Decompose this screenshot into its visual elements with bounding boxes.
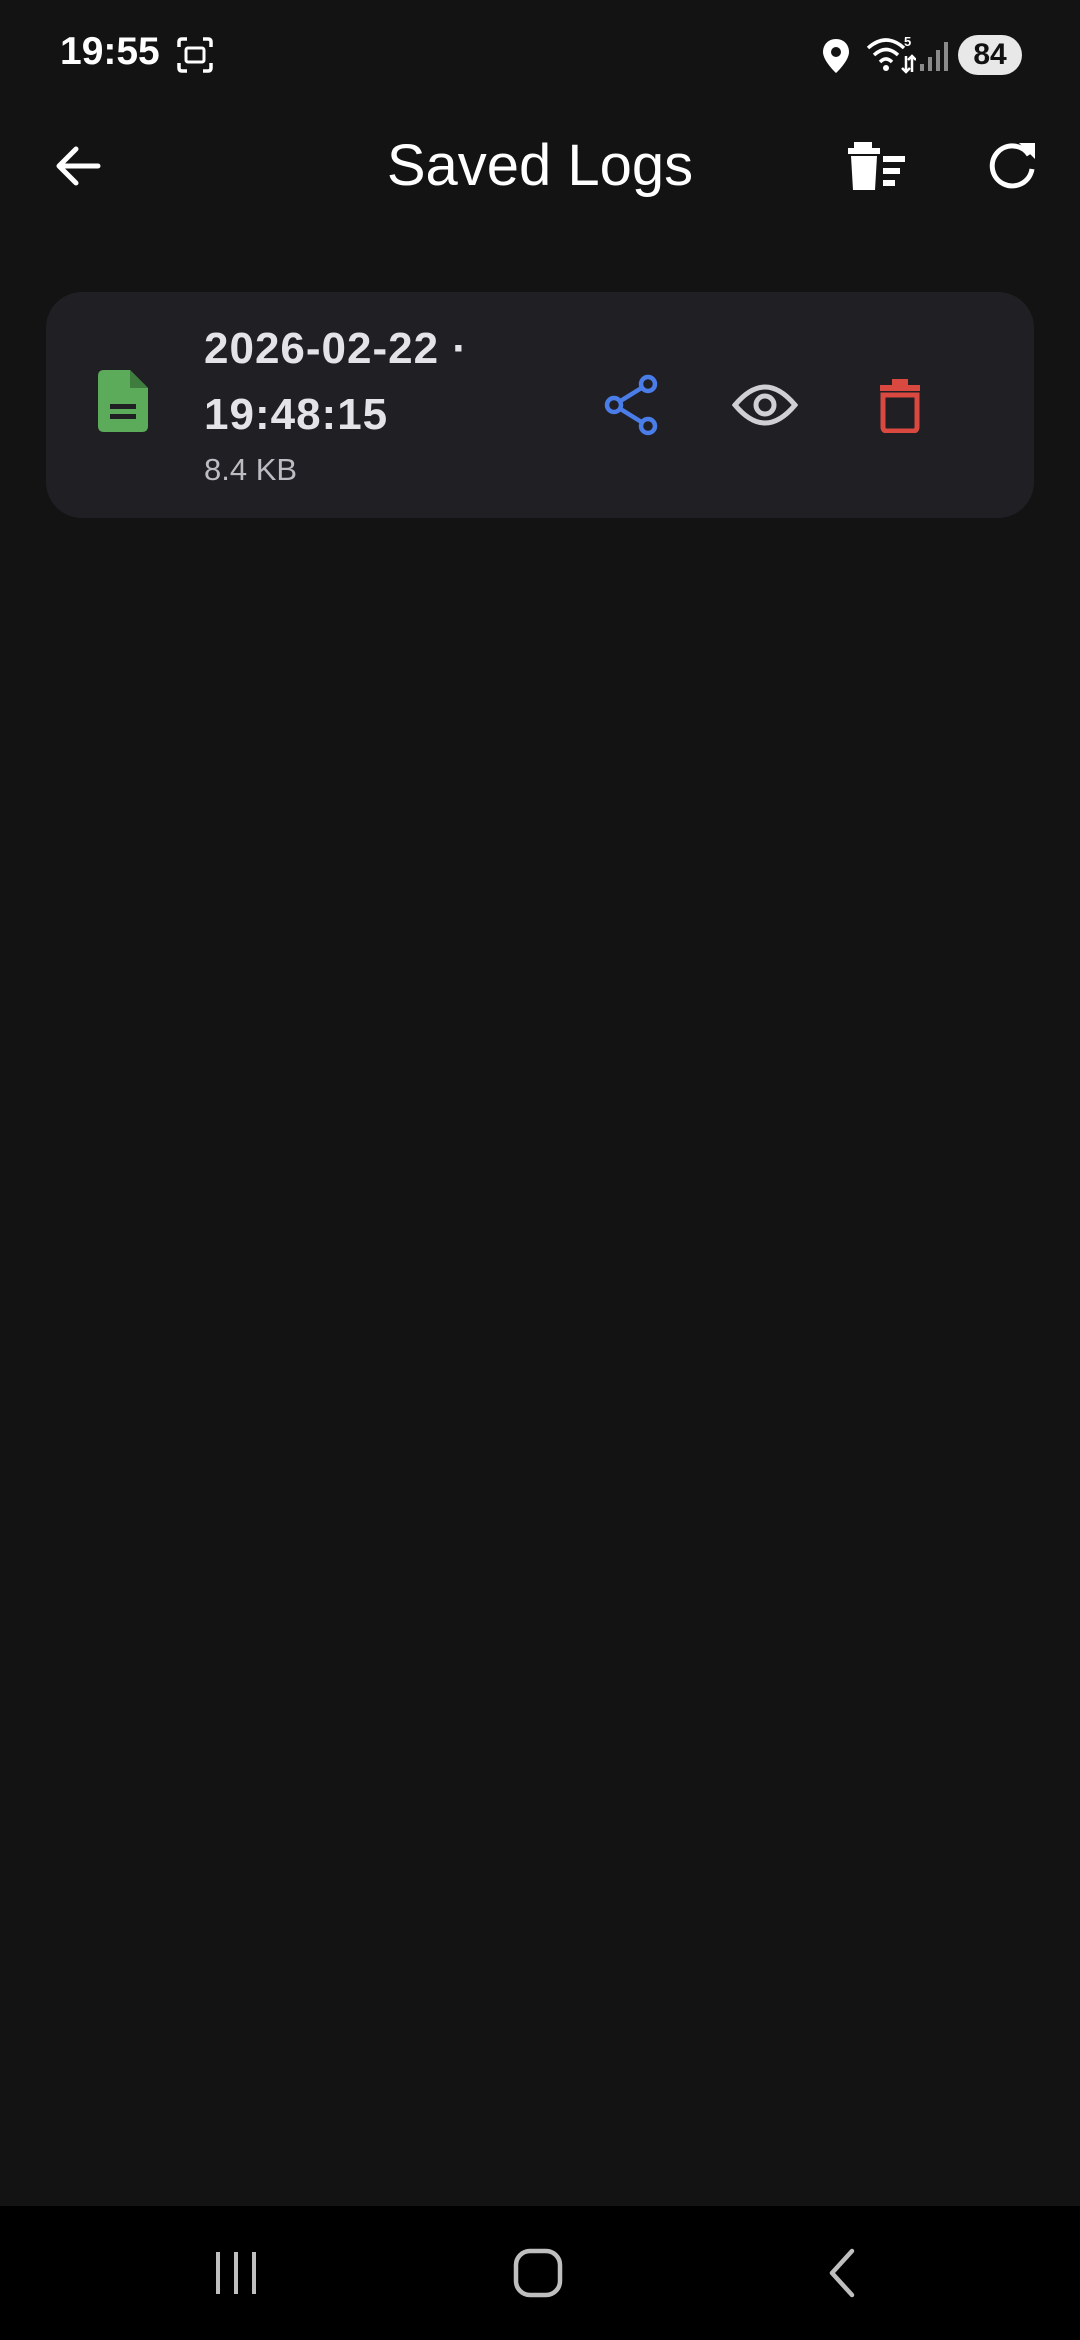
delete-all-icon (848, 142, 905, 190)
home-button[interactable] (478, 2228, 598, 2318)
status-time: 19:55 (60, 30, 160, 73)
view-button[interactable] (710, 350, 820, 460)
back-button[interactable] (30, 118, 126, 214)
share-button[interactable] (576, 350, 686, 460)
log-size: 8.4 KB (204, 452, 298, 487)
refresh-icon (989, 143, 1035, 189)
home-icon (513, 2248, 563, 2298)
recents-icon (216, 2252, 256, 2294)
delete-all-button[interactable] (830, 118, 926, 214)
delete-button[interactable] (845, 350, 955, 460)
location-icon (822, 38, 850, 79)
back-icon (829, 2248, 855, 2298)
page-title: Saved Logs (386, 133, 694, 198)
log-title: 2026-02-22 · 19:48:15 (204, 324, 468, 439)
log-card[interactable]: 2026-02-22 · 19:48:15 8.4 KB (46, 292, 1034, 518)
nav-back-button[interactable] (782, 2228, 902, 2318)
screenshot-icon (176, 36, 214, 79)
trash-icon (880, 379, 920, 433)
back-arrow-icon (56, 146, 101, 186)
share-icon (604, 374, 658, 436)
file-document-icon (98, 370, 150, 437)
wifi-icon: 5 (866, 34, 917, 79)
eye-icon (732, 384, 798, 426)
system-nav-bar (0, 2206, 1080, 2340)
refresh-button[interactable] (964, 118, 1060, 214)
battery-indicator: 84 (958, 35, 1022, 75)
status-bar: 19:55 5 84 (0, 0, 1080, 110)
app-bar: Saved Logs (0, 110, 1080, 222)
signal-icon (918, 40, 950, 77)
svg-text:5: 5 (904, 34, 911, 49)
recents-button[interactable] (176, 2228, 296, 2318)
